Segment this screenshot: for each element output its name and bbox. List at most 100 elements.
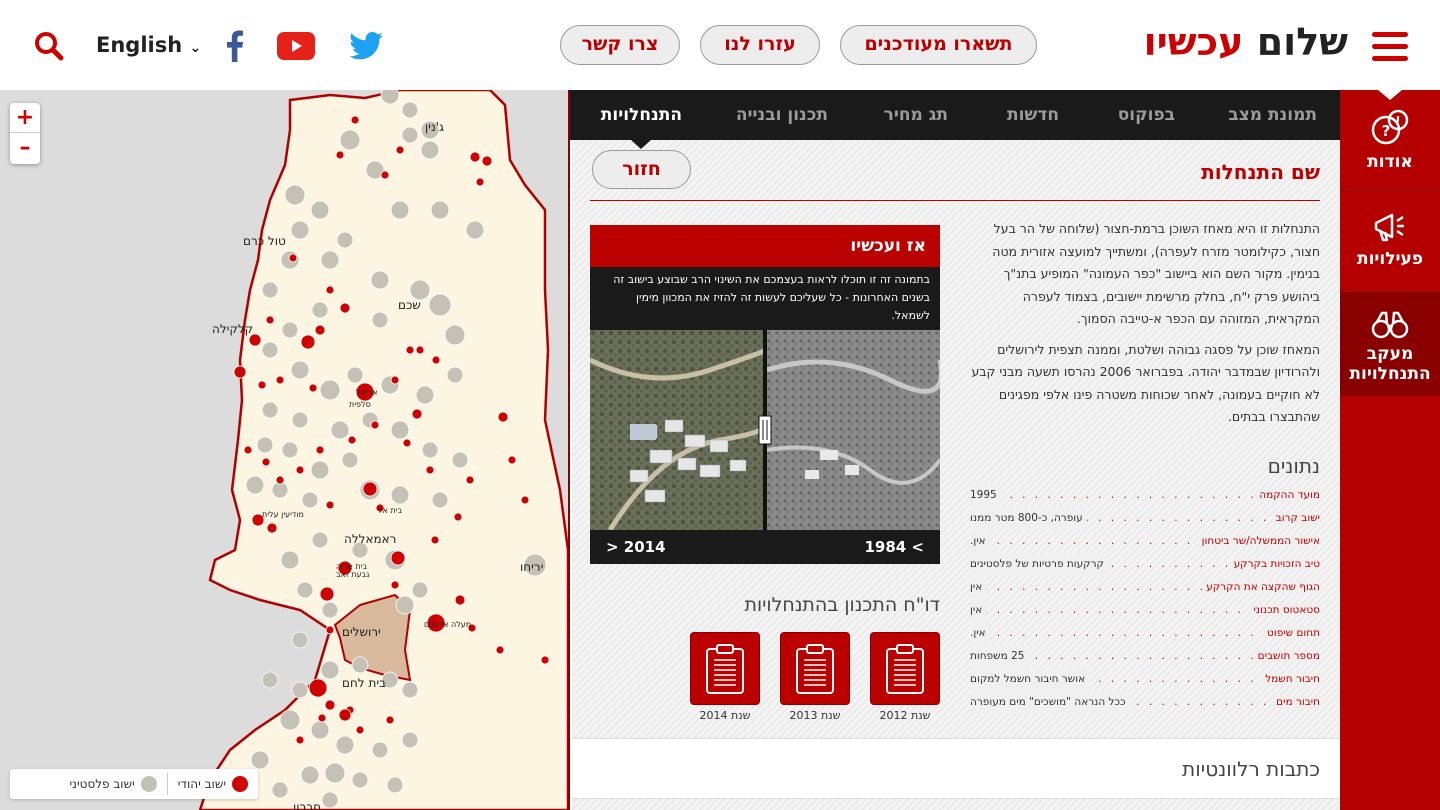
search-icon[interactable]: [33, 30, 65, 62]
settlement-dot[interactable]: [335, 150, 345, 160]
palestinian-town-dot[interactable]: [296, 581, 314, 599]
palestinian-town-dot[interactable]: [271, 781, 289, 799]
settlement-dot[interactable]: [370, 420, 380, 430]
palestinian-town-dot[interactable]: [420, 140, 440, 160]
palestinian-town-dot[interactable]: [336, 231, 354, 249]
settlement-dot[interactable]: [319, 586, 335, 602]
settlement-dot[interactable]: [481, 155, 493, 167]
settlement-dot[interactable]: [350, 115, 360, 125]
report-2013[interactable]: שנת 2013: [780, 632, 850, 722]
help-us-button[interactable]: עזרו לנו: [700, 25, 820, 65]
palestinian-town-dot[interactable]: [300, 765, 320, 785]
palestinian-town-dot[interactable]: [310, 720, 330, 740]
tab-focus[interactable]: בפוקוס: [1118, 90, 1175, 140]
settlement-dot[interactable]: [497, 411, 509, 423]
year-old-label[interactable]: 1984 <: [864, 530, 924, 564]
palestinian-town-dot[interactable]: [390, 485, 410, 505]
palestinian-town-dot[interactable]: [401, 126, 419, 144]
palestinian-town-dot[interactable]: [421, 441, 439, 459]
palestinian-town-dot[interactable]: [281, 321, 299, 339]
sidenav-item-about[interactable]: ? ! אודות: [1340, 90, 1440, 190]
palestinian-town-dot[interactable]: [245, 475, 265, 495]
settlement-dot[interactable]: [266, 522, 278, 534]
settlement-dot[interactable]: [295, 735, 305, 745]
settlement-dot[interactable]: [317, 713, 327, 723]
settlement-dot[interactable]: [415, 345, 425, 355]
palestinian-town-dot[interactable]: [401, 101, 419, 119]
palestinian-town-dot[interactable]: [380, 90, 400, 105]
language-selector[interactable]: English ⌄: [96, 33, 201, 57]
settlement-dot[interactable]: [411, 408, 423, 420]
settlement-dot[interactable]: [475, 177, 485, 187]
palestinian-town-dot[interactable]: [451, 451, 469, 469]
palestinian-town-dot[interactable]: [446, 366, 464, 384]
settlement-dot[interactable]: [520, 495, 530, 505]
palestinian-town-dot[interactable]: [386, 776, 404, 794]
zoom-in-button[interactable]: +: [10, 103, 40, 133]
sidenav-item-settlement-watch[interactable]: מעקב התנחלויות: [1340, 292, 1440, 396]
palestinian-town-dot[interactable]: [390, 420, 410, 440]
sidenav-item-activities[interactable]: פעילויות: [1340, 191, 1440, 291]
settlement-dot[interactable]: [405, 345, 415, 355]
palestinian-town-dot[interactable]: [335, 735, 355, 755]
year-new-label[interactable]: > 2014: [606, 530, 666, 564]
settlement-dot[interactable]: [425, 465, 435, 475]
settlements-map[interactable]: + – ג'נין טול כרם שכם קלקילה אריאל סלפית…: [0, 90, 570, 810]
tab-news[interactable]: חדשות: [1007, 90, 1059, 140]
palestinian-town-dot[interactable]: [310, 200, 330, 220]
palestinian-town-dot[interactable]: [415, 385, 435, 405]
palestinian-town-dot[interactable]: [310, 460, 330, 480]
palestinian-town-dot[interactable]: [339, 129, 361, 151]
palestinian-town-dot[interactable]: [444, 324, 466, 346]
settlement-dot[interactable]: [390, 375, 400, 385]
palestinian-town-dot[interactable]: [324, 762, 346, 784]
palestinian-town-dot[interactable]: [290, 220, 310, 240]
tab-price-tag[interactable]: תג מחיר: [884, 90, 948, 140]
palestinian-town-dot[interactable]: [428, 293, 452, 317]
report-2012[interactable]: שנת 2012: [870, 632, 940, 722]
palestinian-town-dot[interactable]: [390, 200, 410, 220]
settlement-dot[interactable]: [300, 334, 316, 350]
settlement-dot[interactable]: [380, 170, 390, 180]
palestinian-town-dot[interactable]: [291, 681, 309, 699]
settlement-dot[interactable]: [257, 380, 267, 390]
palestinian-town-dot[interactable]: [346, 366, 364, 384]
palestinian-town-dot[interactable]: [430, 200, 450, 220]
palestinian-town-dot[interactable]: [284, 184, 306, 206]
site-logo[interactable]: שלום עכשיו: [1118, 16, 1348, 68]
settlement-dot[interactable]: [325, 500, 335, 510]
palestinian-town-dot[interactable]: [341, 451, 359, 469]
palestinian-town-dot[interactable]: [330, 420, 350, 440]
settlement-dot[interactable]: [362, 481, 378, 497]
palestinian-town-dot[interactable]: [395, 595, 415, 615]
palestinian-town-dot[interactable]: [281, 441, 299, 459]
settlement-dot[interactable]: [430, 535, 440, 545]
settlement-dot[interactable]: [453, 512, 463, 522]
settlement-dot[interactable]: [540, 655, 550, 665]
settlement-dot[interactable]: [265, 315, 275, 325]
palestinian-town-dot[interactable]: [280, 550, 300, 570]
palestinian-town-dot[interactable]: [371, 311, 389, 329]
contact-button[interactable]: צרו קשר: [560, 25, 680, 65]
palestinian-town-dot[interactable]: [261, 341, 279, 359]
settlement-dot[interactable]: [275, 475, 285, 485]
settlement-dot[interactable]: [261, 457, 271, 467]
back-button[interactable]: חזור: [592, 150, 691, 189]
zoom-out-button[interactable]: –: [10, 133, 40, 163]
palestinian-town-dot[interactable]: [311, 531, 329, 549]
settlement-dot[interactable]: [507, 455, 517, 465]
settlement-dot[interactable]: [385, 715, 395, 725]
palestinian-town-dot[interactable]: [250, 750, 270, 770]
palestinian-town-dot[interactable]: [370, 270, 390, 290]
palestinian-town-dot[interactable]: [291, 631, 309, 649]
palestinian-town-dot[interactable]: [401, 681, 419, 699]
settlement-dot[interactable]: [431, 355, 441, 365]
tab-planning[interactable]: תכנון ובנייה: [736, 90, 828, 140]
settlement-dot[interactable]: [325, 285, 335, 295]
settlement-dot[interactable]: [315, 445, 325, 455]
palestinian-town-dot[interactable]: [411, 581, 429, 599]
settlement-dot[interactable]: [324, 699, 336, 711]
palestinian-town-dot[interactable]: [319, 379, 341, 401]
twitter-icon[interactable]: [348, 28, 384, 64]
settlement-dot[interactable]: [390, 580, 400, 590]
